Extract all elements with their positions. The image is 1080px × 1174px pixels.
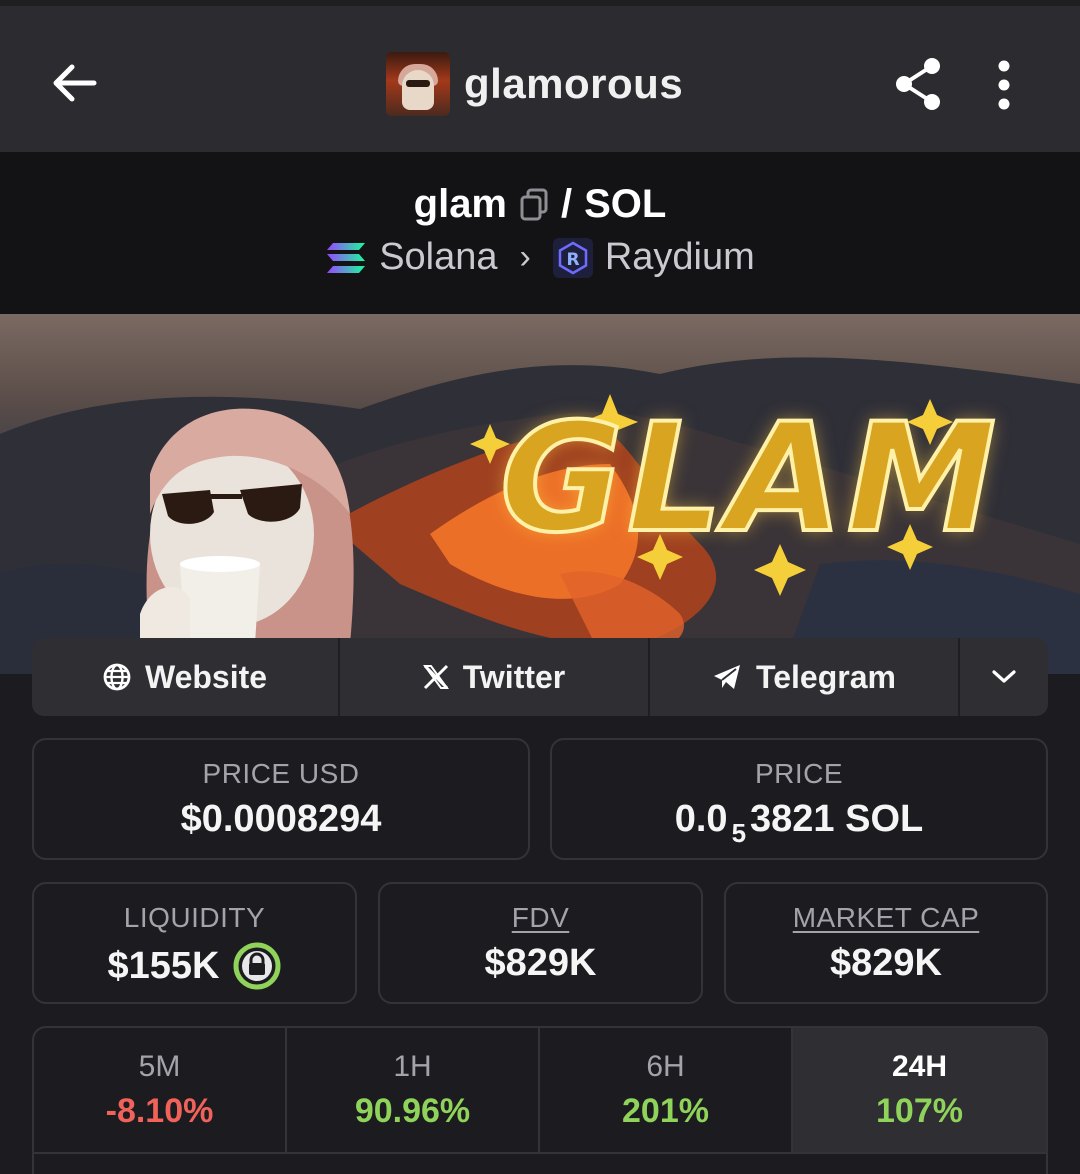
liquidity-label: LIQUIDITY	[123, 902, 266, 933]
tab-period: 5M	[138, 1050, 181, 1083]
banner-glam-text: GLAM	[498, 390, 1001, 568]
more-links-button[interactable]	[960, 638, 1048, 716]
price-usd-card: PRICE USD $0.0008294	[32, 738, 530, 860]
fdv-card[interactable]: FDV $829K	[378, 882, 703, 1004]
price-zero-count: 5	[731, 818, 747, 848]
telegram-icon	[714, 665, 741, 689]
more-vertical-icon[interactable]	[984, 58, 1024, 112]
copy-icon[interactable]	[519, 188, 549, 222]
chain-dex-breadcrumb: Solana › R Raydium	[0, 236, 1080, 279]
tab-period: 24H	[891, 1050, 948, 1083]
tab-period: 6H	[646, 1050, 685, 1083]
chevron-right-icon: ›	[519, 238, 531, 276]
market-cap-card[interactable]: MARKET CAP $829K	[724, 882, 1048, 1004]
telegram-button[interactable]: Telegram	[650, 638, 960, 716]
pair-header: glam / SOL Solana › R Raydium	[0, 152, 1080, 314]
token-title: glamorous	[386, 52, 683, 116]
twitter-label: Twitter	[462, 658, 566, 695]
dex-name[interactable]: Raydium	[605, 236, 755, 279]
social-links-bar: Website Twitter Telegram	[32, 638, 1048, 716]
tab-change: 107%	[876, 1092, 963, 1130]
quote-symbol: SOL	[584, 182, 667, 226]
chain-name[interactable]: Solana	[379, 236, 497, 279]
fdv-label[interactable]: FDV	[380, 902, 701, 934]
website-button[interactable]: Website	[32, 638, 340, 716]
tab-period: 1H	[393, 1050, 432, 1083]
liquidity-value: $155K	[107, 944, 220, 987]
pair-name: glam / SOL	[0, 182, 1080, 227]
tab-1h[interactable]: 1H 90.96%	[287, 1028, 540, 1154]
solana-icon	[327, 242, 366, 273]
tab-change: 90.96%	[354, 1092, 471, 1130]
price-prefix: 0.0	[674, 798, 728, 840]
market-cap-value: $829K	[830, 942, 942, 984]
page-title: glamorous	[464, 60, 684, 107]
fdv-value: $829K	[484, 942, 597, 984]
top-app-bar: glamorous	[0, 0, 1080, 152]
arrow-left-icon[interactable]	[48, 56, 102, 110]
chevron-down-icon	[992, 670, 1016, 683]
svg-text:R: R	[566, 250, 579, 270]
token-avatar	[386, 52, 450, 116]
tab-6h[interactable]: 6H 201%	[540, 1028, 793, 1154]
tab-5m[interactable]: 5M -8.10%	[34, 1028, 287, 1154]
telegram-label: Telegram	[756, 658, 896, 695]
price-change-tabs: 5M -8.10% 1H 90.96% 6H 201% 24H 107%	[32, 1026, 1048, 1174]
price-native-card: PRICE 0.0 5 3821 SOL	[550, 738, 1048, 860]
website-label: Website	[144, 658, 268, 695]
tab-change: -8.10%	[105, 1092, 214, 1130]
share-icon[interactable]	[892, 56, 944, 112]
price-label: PRICE	[754, 758, 844, 789]
tab-change: 201%	[622, 1092, 709, 1130]
twitter-button[interactable]: Twitter	[340, 638, 650, 716]
globe-icon	[103, 663, 131, 691]
price-usd-label: PRICE USD	[202, 758, 360, 789]
tab-24h[interactable]: 24H 107%	[793, 1028, 1046, 1154]
x-logo-icon	[422, 664, 449, 690]
base-symbol: glam	[413, 182, 507, 226]
market-cap-label[interactable]: MARKET CAP	[726, 902, 1046, 934]
liquidity-card: LIQUIDITY $155K	[32, 882, 357, 1004]
lock-icon[interactable]	[233, 942, 281, 990]
price-usd-value: $0.0008294	[180, 798, 382, 840]
pair-separator: /	[561, 182, 573, 226]
price-suffix: 3821 SOL	[750, 798, 924, 840]
raydium-icon: R	[552, 237, 593, 278]
